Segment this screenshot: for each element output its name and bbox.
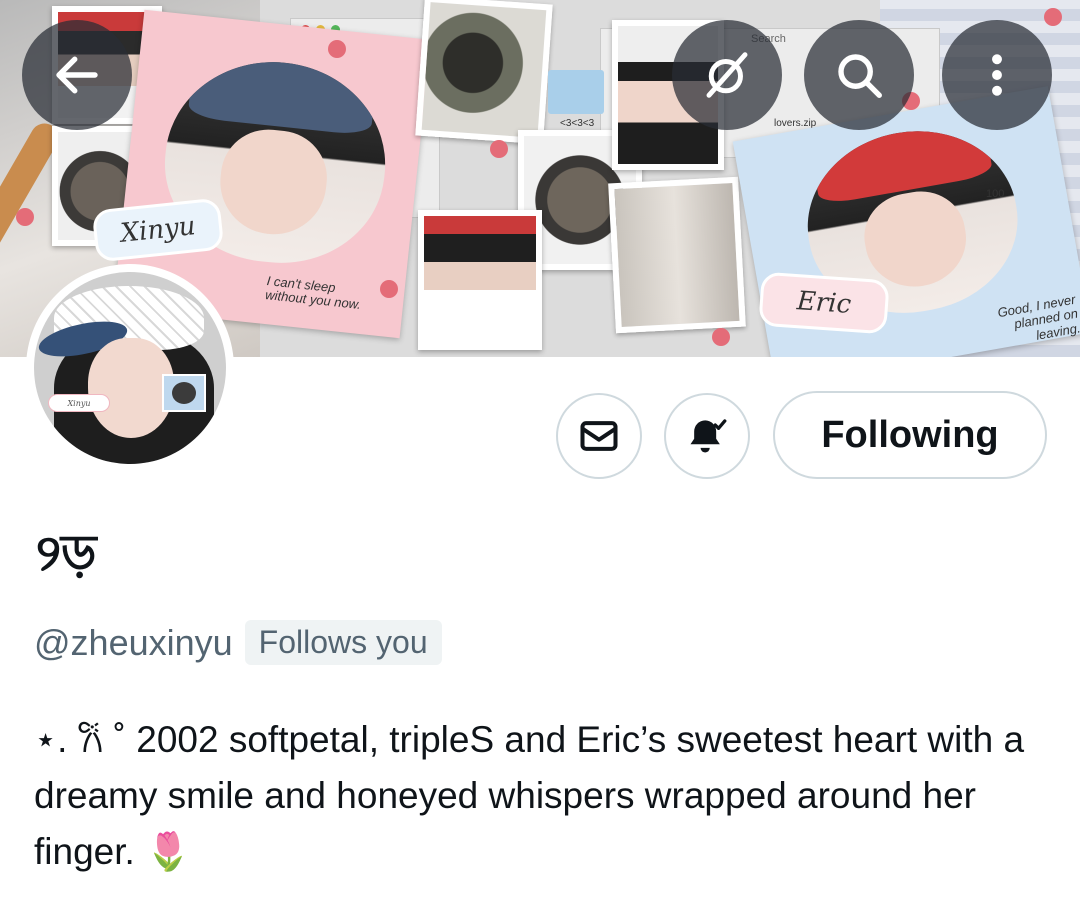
banner-dot: [16, 208, 34, 226]
banner-folder-label-1: <3<3<3: [560, 118, 595, 129]
profile-bio: ⋆. 𐙚 ˚ 2002 softpetal, tripleS and Eric’…: [34, 719, 1025, 872]
grok-icon: [706, 52, 748, 98]
notifications-button[interactable]: [664, 393, 750, 479]
banner-dot: [490, 140, 508, 158]
search-button[interactable]: [804, 20, 914, 130]
avatar-name-tag: Xinyu: [48, 394, 110, 412]
avatar-mini-photo: [162, 374, 206, 412]
banner-photo-plant: [415, 0, 553, 145]
banner-dot: [712, 328, 730, 346]
banner-folder-icon: [548, 70, 604, 114]
more-vertical-icon: [992, 54, 1002, 96]
display-name: ୨ড়: [36, 524, 97, 582]
following-button[interactable]: Following: [773, 391, 1047, 479]
message-button[interactable]: [556, 393, 642, 479]
banner-number-label: 100: [986, 188, 1005, 200]
banner-name-tag-right: Eric: [758, 271, 890, 335]
bell-check-icon: [690, 419, 727, 453]
follows-you-badge: Follows you: [244, 620, 442, 665]
search-icon: [838, 54, 882, 98]
banner-quote-left: I can't sleep without you now.: [264, 273, 362, 313]
banner-dot: [328, 40, 346, 58]
avatar-image: Xinyu: [34, 272, 226, 464]
envelope-icon: [580, 421, 618, 451]
username-handle: @zheuxinyu: [34, 621, 233, 663]
banner-photo-wall: [608, 176, 746, 334]
banner-dot: [1044, 8, 1062, 26]
grok-button[interactable]: [672, 20, 782, 130]
more-button[interactable]: [942, 20, 1052, 130]
back-button[interactable]: [22, 20, 132, 130]
profile-avatar[interactable]: Xinyu: [26, 264, 234, 472]
banner-photo-boy-tie: [418, 210, 542, 350]
banner-dot: [380, 280, 398, 298]
handle-row: @zheuxinyu Follows you: [34, 620, 442, 665]
arrow-left-icon: [56, 56, 98, 94]
